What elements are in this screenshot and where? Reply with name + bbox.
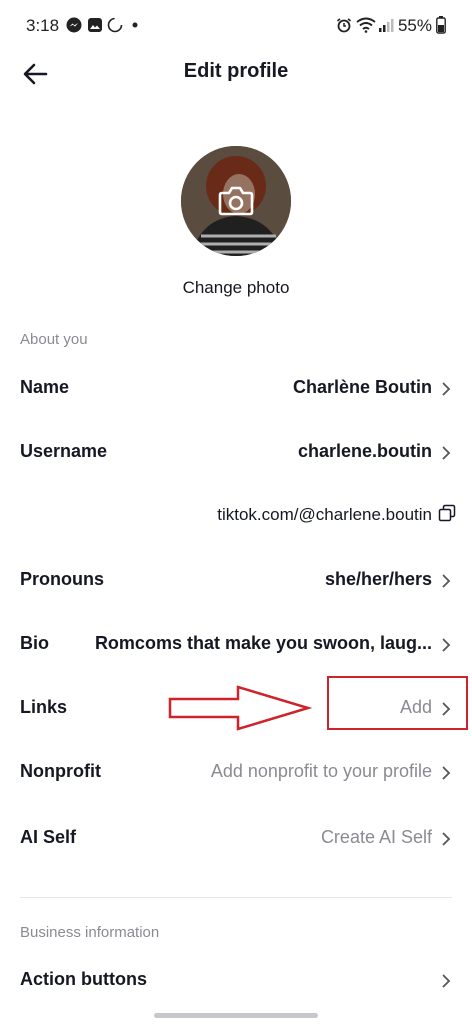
row-value: charlene.boutin bbox=[297, 441, 432, 461]
row-username[interactable]: Username charlene.boutin bbox=[0, 424, 472, 480]
chevron-right-icon bbox=[442, 382, 451, 396]
row-label: Action buttons bbox=[20, 969, 147, 989]
row-action-buttons[interactable]: Action buttons bbox=[0, 952, 472, 1008]
row-bio[interactable]: Bio Romcoms that make you swoon, laug... bbox=[0, 616, 472, 672]
row-label: Username bbox=[20, 441, 108, 461]
row-value: Romcoms that make you swoon, laug... bbox=[94, 633, 432, 653]
annotation-highlight-box bbox=[327, 676, 468, 730]
chevron-right-icon bbox=[442, 446, 451, 460]
row-value: Add nonprofit to your profile bbox=[210, 761, 432, 781]
camera-icon[interactable] bbox=[217, 184, 255, 218]
row-pronouns[interactable]: Pronouns she/her/hers bbox=[0, 552, 472, 608]
section-divider bbox=[20, 897, 452, 898]
gallery-icon bbox=[88, 18, 102, 32]
row-name[interactable]: Name Charlène Boutin bbox=[0, 360, 472, 416]
section-business-information: Business information bbox=[20, 924, 160, 941]
row-value: Charlène Boutin bbox=[292, 377, 432, 397]
battery-icon bbox=[436, 16, 446, 34]
signal-icon bbox=[379, 19, 394, 32]
chevron-right-icon bbox=[442, 974, 451, 988]
battery-percent: 55% bbox=[397, 16, 432, 35]
row-ai-self[interactable]: AI Self Create AI Self bbox=[0, 810, 472, 866]
section-about-you: About you bbox=[20, 331, 88, 348]
row-label: Nonprofit bbox=[20, 761, 101, 781]
chevron-right-icon bbox=[442, 832, 451, 846]
top-bar: Edit profile bbox=[0, 48, 472, 100]
status-time: 3:18 bbox=[26, 16, 60, 35]
copy-icon[interactable] bbox=[438, 504, 456, 522]
row-label: Bio bbox=[20, 633, 49, 653]
row-label: Links bbox=[20, 697, 68, 717]
row-label: Name bbox=[20, 377, 70, 397]
alarm-icon bbox=[336, 18, 352, 33]
profile-link-text: tiktok.com/@charlene.boutin bbox=[217, 505, 432, 524]
chevron-right-icon bbox=[442, 574, 451, 588]
status-bar: 3:18 55% bbox=[0, 0, 472, 52]
sync-icon bbox=[107, 17, 123, 33]
page-title: Edit profile bbox=[183, 60, 289, 82]
annotation-arrow-icon bbox=[168, 685, 313, 731]
chevron-right-icon bbox=[442, 638, 451, 652]
row-value: Create AI Self bbox=[320, 827, 432, 847]
messenger-icon bbox=[66, 17, 82, 33]
row-value: she/her/hers bbox=[324, 569, 432, 589]
row-nonprofit[interactable]: Nonprofit Add nonprofit to your profile bbox=[0, 744, 472, 800]
change-photo-link[interactable]: Change photo bbox=[0, 278, 472, 298]
chevron-right-icon bbox=[442, 766, 451, 780]
row-label: AI Self bbox=[20, 827, 77, 847]
row-label: Pronouns bbox=[20, 569, 104, 589]
home-indicator bbox=[154, 1013, 318, 1018]
wifi-icon bbox=[356, 17, 376, 33]
dot-icon bbox=[132, 22, 138, 28]
